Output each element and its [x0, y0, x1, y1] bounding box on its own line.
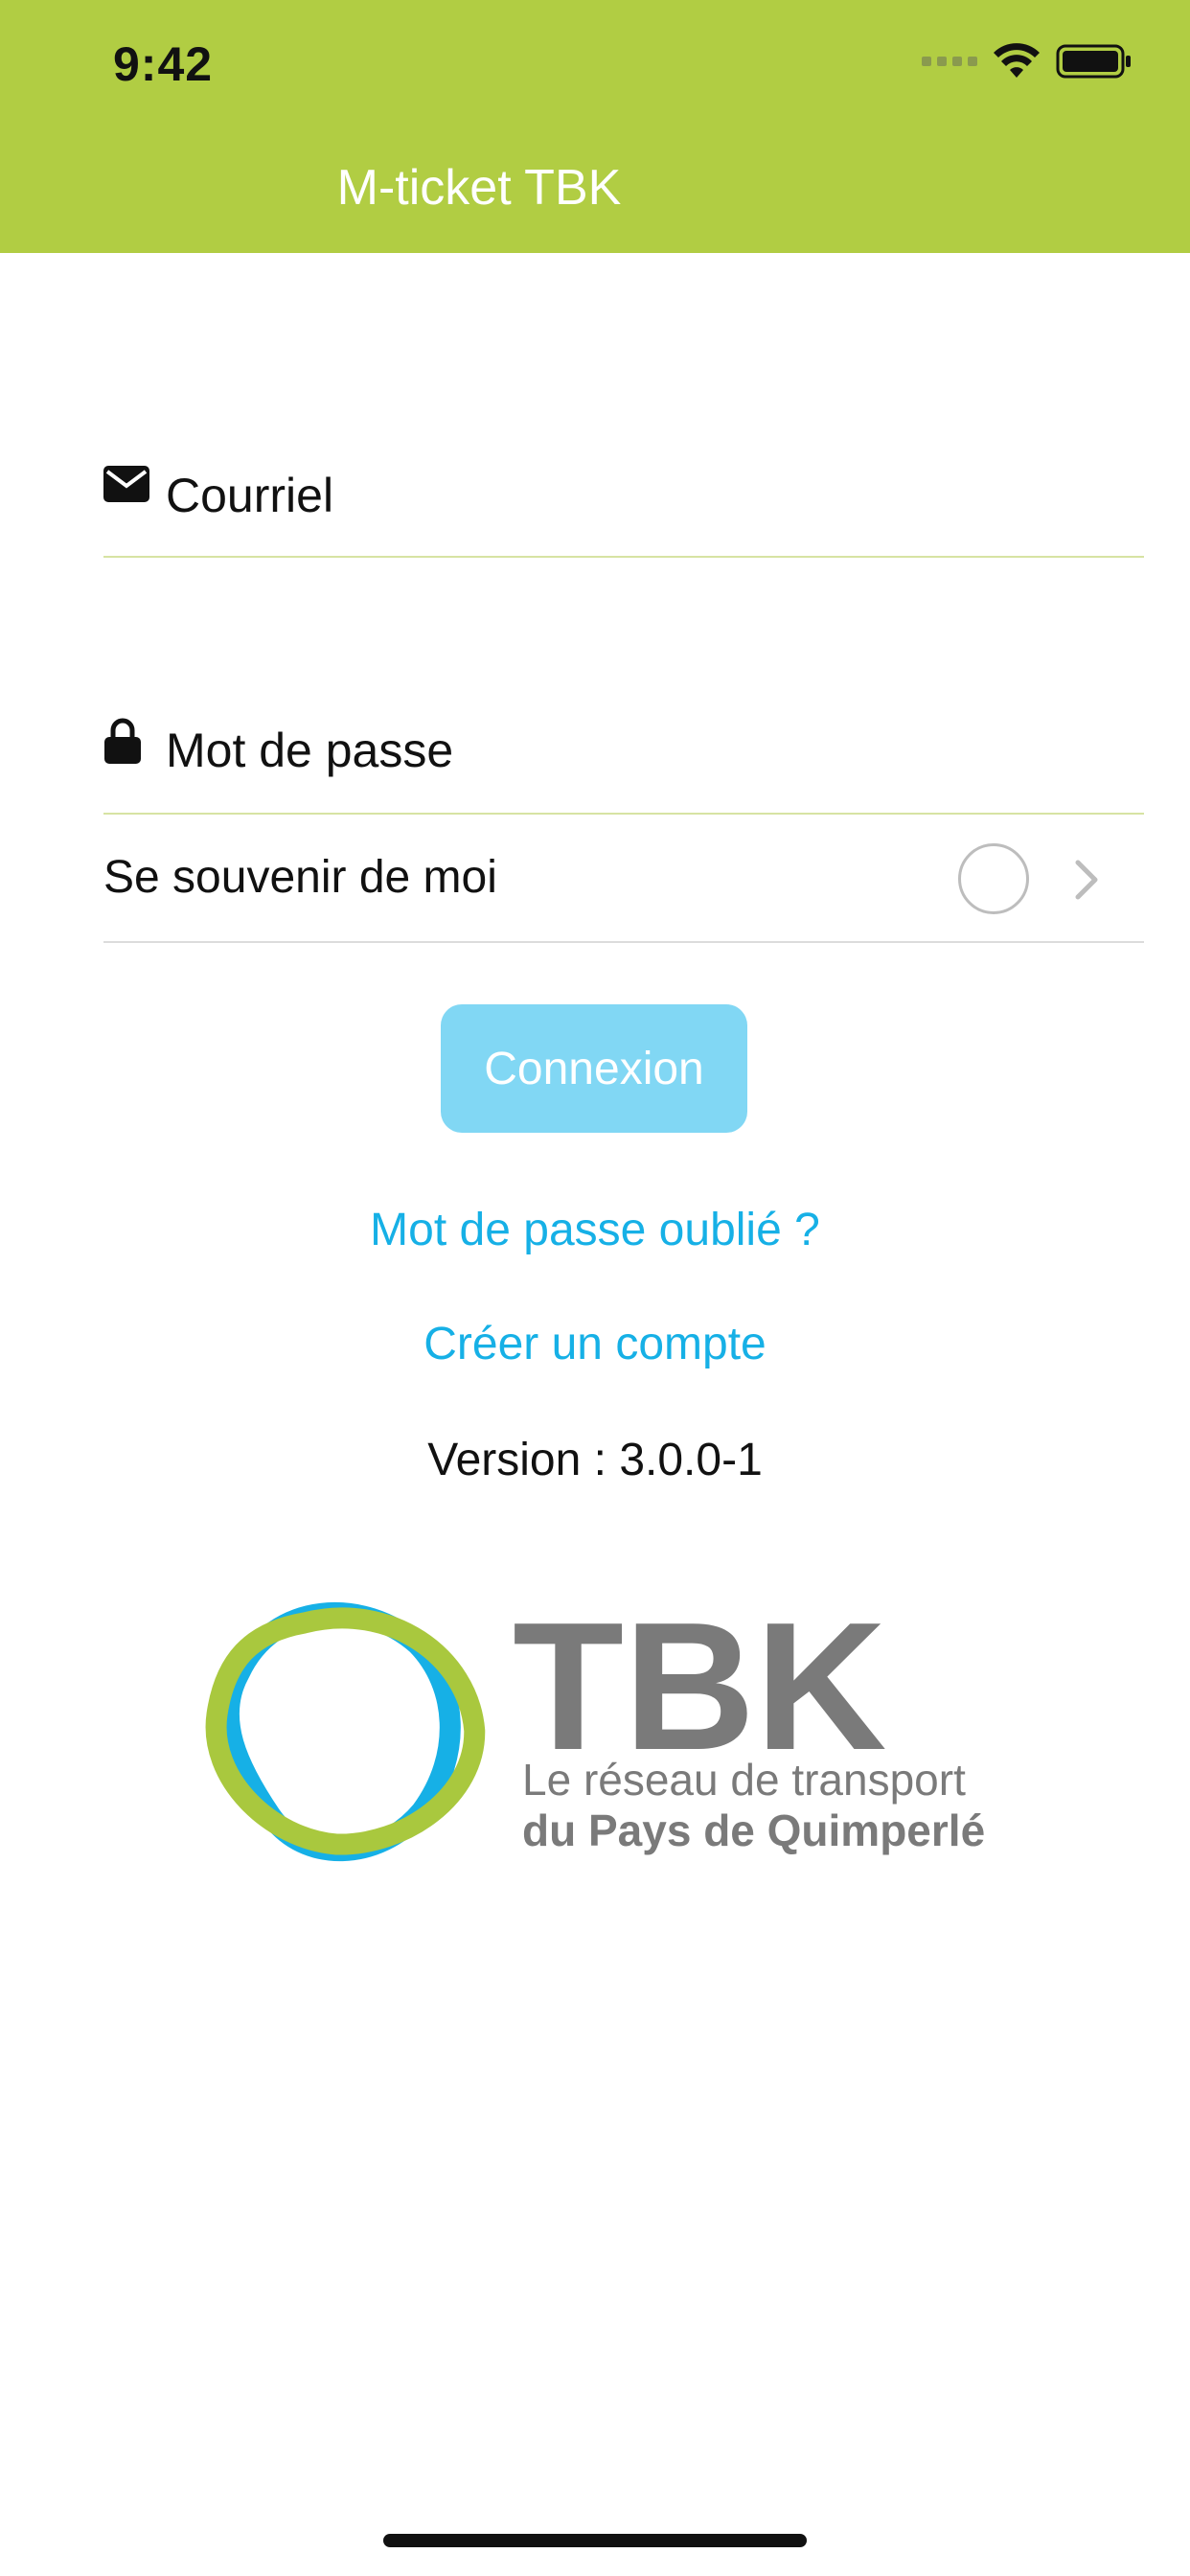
version-label: Version : 3.0.0-1	[427, 1435, 763, 1485]
battery-icon	[1056, 44, 1131, 79]
email-placeholder: Courriel	[166, 469, 334, 522]
divider	[103, 941, 1144, 943]
forgot-password-link[interactable]: Mot de passe oublié ?	[0, 1204, 1190, 1256]
tbk-logo: TBK Le réseau de transport du Pays de Qu…	[205, 1585, 985, 1862]
password-field[interactable]: Mot de passe	[103, 709, 1144, 815]
logo-tagline-2: du Pays de Quimperlé	[522, 1806, 985, 1855]
status-time: 9:42	[113, 37, 214, 91]
app-header: 9:42 M-ticket TBK	[0, 0, 1190, 253]
remember-me-toggle[interactable]	[958, 843, 1029, 914]
cellular-signal-icon	[922, 57, 977, 66]
login-button[interactable]: Connexion	[441, 1004, 747, 1133]
home-indicator[interactable]	[383, 2534, 807, 2547]
chevron-right-icon[interactable]	[1073, 859, 1100, 901]
mail-icon	[103, 466, 149, 502]
create-account-link[interactable]: Créer un compte	[0, 1318, 1190, 1370]
status-icons	[922, 42, 1133, 80]
email-field[interactable]: Courriel	[103, 450, 1144, 558]
logo-tagline-1: Le réseau de transport	[522, 1755, 966, 1805]
remember-me-label: Se souvenir de moi	[103, 852, 497, 903]
lock-icon	[104, 718, 141, 764]
wifi-icon	[994, 43, 1040, 78]
password-placeholder: Mot de passe	[166, 724, 454, 777]
nav-title: M-ticket TBK	[336, 160, 622, 216]
